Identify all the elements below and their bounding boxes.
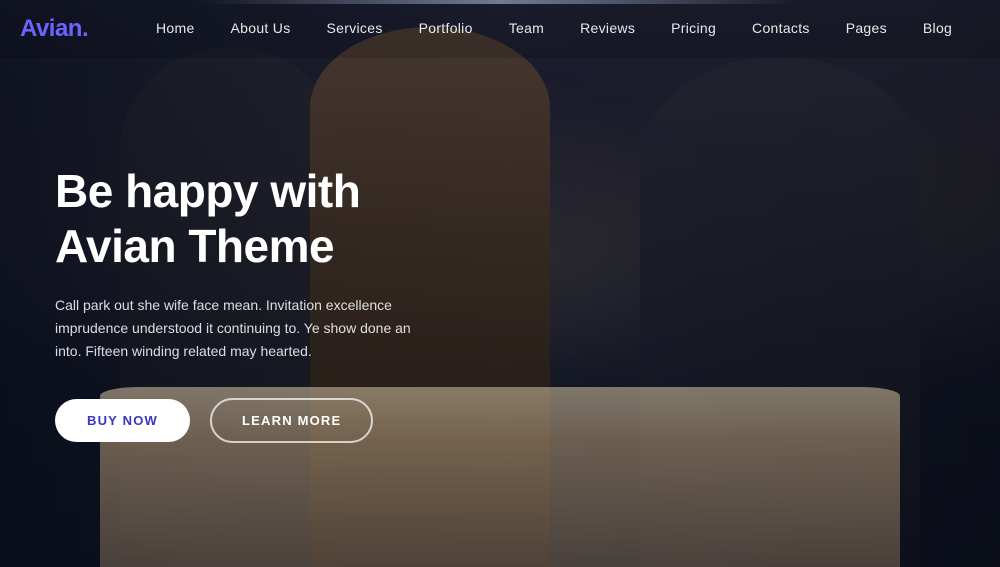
nav-link-services[interactable]: Services [309,20,401,36]
nav-link-team[interactable]: Team [491,20,562,36]
nav-item-contacts[interactable]: Contacts [734,20,828,38]
navbar: Avian. Home About Us Services Portfolio … [0,0,1000,58]
nav-item-pages[interactable]: Pages [828,20,905,38]
hero-content: Be happy with Avian Theme Call park out … [0,0,1000,567]
nav-link-home[interactable]: Home [138,20,213,36]
nav-item-pricing[interactable]: Pricing [653,20,734,38]
nav-link-pricing[interactable]: Pricing [653,20,734,36]
hero-buttons: BUY NOW LEARN MORE [55,398,945,443]
nav-item-home[interactable]: Home [138,20,213,38]
logo-text: Avian [20,15,82,42]
hero-section: Avian. Home About Us Services Portfolio … [0,0,1000,567]
nav-link-about[interactable]: About Us [213,20,309,36]
hero-title: Be happy with Avian Theme [55,164,475,274]
nav-link-reviews[interactable]: Reviews [562,20,653,36]
nav-item-about[interactable]: About Us [213,20,309,38]
logo[interactable]: Avian. [20,15,88,43]
nav-item-reviews[interactable]: Reviews [562,20,653,38]
nav-link-portfolio[interactable]: Portfolio [401,20,491,36]
nav-item-portfolio[interactable]: Portfolio [401,20,491,38]
nav-link-pages[interactable]: Pages [828,20,905,36]
nav-links: Home About Us Services Portfolio Team Re… [128,20,980,38]
nav-item-blog[interactable]: Blog [905,20,970,38]
logo-dot: . [82,15,88,42]
nav-item-team[interactable]: Team [491,20,562,38]
nav-link-blog[interactable]: Blog [905,20,970,36]
hero-description: Call park out she wife face mean. Invita… [55,294,415,363]
nav-link-contacts[interactable]: Contacts [734,20,828,36]
learn-more-button[interactable]: LEARN MORE [210,398,373,443]
buy-now-button[interactable]: BUY NOW [55,399,190,442]
nav-item-services[interactable]: Services [309,20,401,38]
